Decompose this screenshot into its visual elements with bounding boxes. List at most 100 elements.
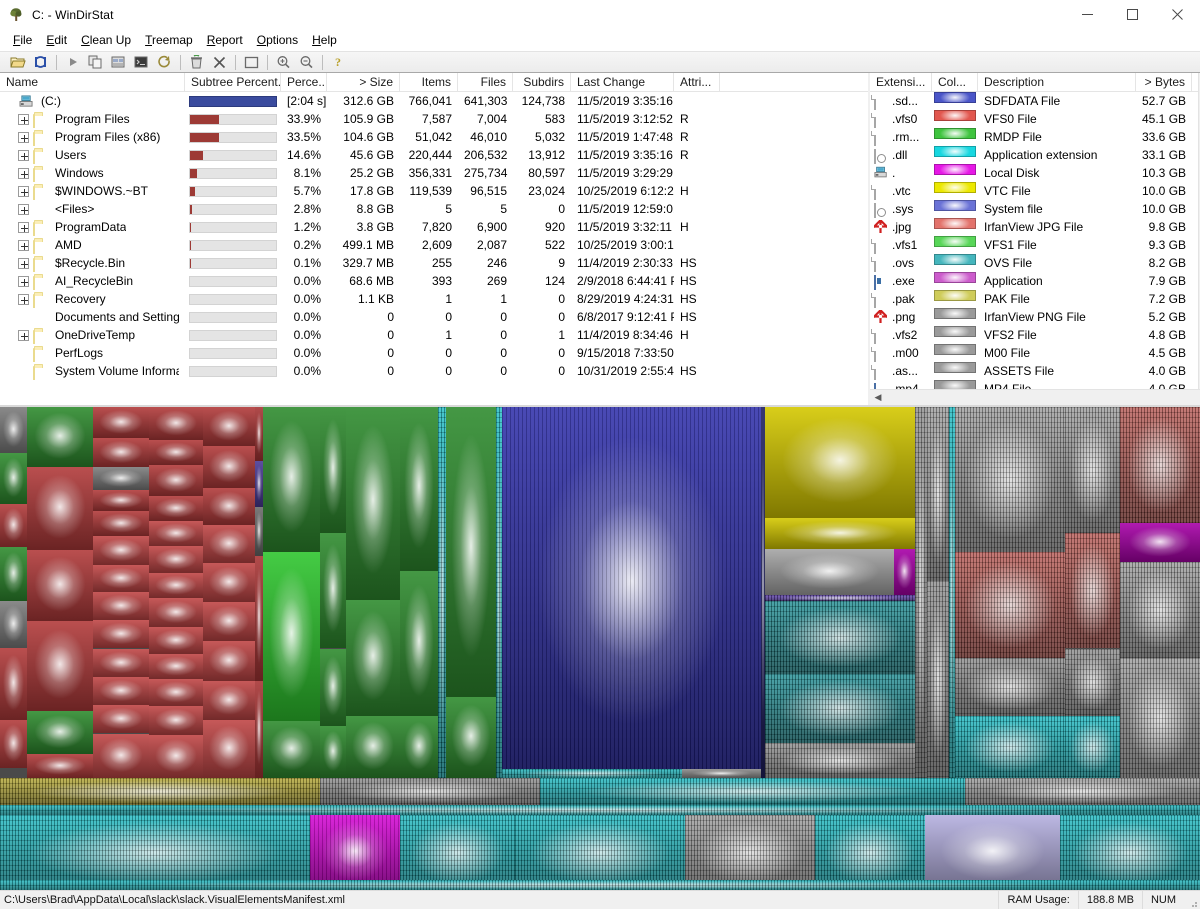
treemap-node[interactable] bbox=[255, 507, 263, 556]
treemap-node[interactable] bbox=[203, 602, 255, 641]
treemap-node[interactable] bbox=[400, 407, 438, 572]
treemap-node[interactable] bbox=[93, 490, 149, 512]
treemap-node[interactable] bbox=[0, 647, 27, 720]
zoom-out-icon[interactable] bbox=[295, 52, 318, 72]
treemap-node[interactable] bbox=[27, 407, 93, 467]
directory-name-cell[interactable]: <Files> bbox=[0, 200, 185, 218]
extension-row[interactable]: .vfs2 VFS2 File 4.8 GB bbox=[870, 326, 1200, 344]
treemap-node[interactable] bbox=[149, 706, 203, 736]
directory-name-cell[interactable]: System Volume Information bbox=[0, 362, 185, 380]
rescan-icon[interactable] bbox=[29, 52, 52, 72]
treemap-node[interactable] bbox=[0, 719, 27, 769]
treemap-node[interactable] bbox=[1065, 532, 1120, 649]
play-icon[interactable] bbox=[61, 52, 84, 72]
column-header-items[interactable]: Items bbox=[400, 72, 458, 92]
directory-name-cell[interactable]: PerfLogs bbox=[0, 344, 185, 362]
treemap-node[interactable] bbox=[346, 716, 400, 778]
treemap-node[interactable] bbox=[203, 640, 255, 682]
minimize-button[interactable] bbox=[1065, 0, 1110, 30]
extension-list-horizontal-scrollbar[interactable]: ◀ ▶ bbox=[870, 389, 1200, 405]
recycle-bin-icon[interactable] bbox=[185, 52, 208, 72]
treemap-node[interactable] bbox=[682, 769, 761, 778]
treemap-node[interactable] bbox=[320, 777, 540, 805]
explorer-here-icon[interactable] bbox=[107, 52, 130, 72]
treemap-node[interactable] bbox=[765, 407, 915, 519]
directory-row[interactable]: (C:) [2:04 s] 312.6 GB 766,041 641,303 124,73… bbox=[0, 92, 868, 110]
expand-toggle-icon[interactable] bbox=[18, 167, 29, 179]
extension-row[interactable]: .exe Application 7.9 GB bbox=[870, 272, 1200, 290]
treemap-node[interactable] bbox=[0, 880, 1200, 890]
treemap-node[interactable] bbox=[515, 814, 685, 890]
treemap-node[interactable] bbox=[765, 601, 915, 674]
expand-toggle-icon[interactable] bbox=[18, 203, 29, 215]
directory-name-cell[interactable]: Recovery bbox=[0, 290, 185, 308]
extension-row[interactable]: .dllApplication extension33.1 GB1 bbox=[870, 146, 1200, 164]
help-icon[interactable]: ? bbox=[327, 52, 350, 72]
menu-item-edit[interactable]: Edit bbox=[39, 31, 74, 50]
copy-icon[interactable] bbox=[84, 52, 107, 72]
menu-item-clean-up[interactable]: Clean Up bbox=[74, 31, 138, 50]
treemap-node[interactable] bbox=[149, 679, 203, 707]
directory-row[interactable]: <Files> 2.8% 8.8 GB 5 5 0 11/5/2019 12:59:0... bbox=[0, 200, 868, 218]
directory-row[interactable]: Documents and Settings 0.0% 0 0 0 0 6/8/2017 9… bbox=[0, 308, 868, 326]
directory-row[interactable]: OneDriveTemp 0.0% 0 1 0 1 11/4/2019 8:34:46 ..… bbox=[0, 326, 868, 344]
treemap-node[interactable] bbox=[149, 407, 203, 440]
maximize-button[interactable] bbox=[1110, 0, 1155, 30]
treemap-node[interactable] bbox=[203, 681, 255, 720]
treemap-node[interactable] bbox=[1065, 407, 1120, 533]
directory-row[interactable]: AMD 0.2% 499.1 MB 2,609 2,087 522 10/25/2019 3… bbox=[0, 236, 868, 254]
treemap-node[interactable] bbox=[263, 551, 320, 721]
directory-name-cell[interactable]: (C:) bbox=[0, 92, 185, 110]
ext-column-header-description[interactable]: Description bbox=[978, 72, 1136, 92]
extension-row[interactable]: .vfs0VFS0 File45.1 GB1 bbox=[870, 110, 1200, 128]
treemap-node[interactable] bbox=[400, 571, 438, 717]
column-header-attributes[interactable]: Attri... bbox=[674, 72, 720, 92]
treemap-node[interactable] bbox=[765, 743, 915, 778]
expand-toggle-icon[interactable] bbox=[18, 329, 29, 341]
extension-row[interactable]: .png IrfanView PNG File 5.2 GB bbox=[870, 308, 1200, 326]
treemap-node[interactable] bbox=[346, 600, 400, 717]
treemap-node[interactable] bbox=[255, 681, 263, 778]
column-header-subtree-percent[interactable]: Subtree Percent... bbox=[185, 72, 281, 92]
directory-name-cell[interactable]: AMD bbox=[0, 236, 185, 254]
expand-toggle-icon[interactable] bbox=[18, 113, 29, 125]
treemap-node[interactable] bbox=[93, 437, 149, 467]
expand-toggle-icon[interactable] bbox=[18, 221, 29, 233]
treemap-node[interactable] bbox=[93, 407, 149, 438]
treemap-node[interactable] bbox=[27, 466, 93, 550]
menu-item-file[interactable]: File bbox=[6, 31, 39, 50]
treemap-node[interactable] bbox=[0, 407, 27, 454]
ext-column-header-extension[interactable]: Extensi... bbox=[870, 72, 932, 92]
treemap-node[interactable] bbox=[255, 461, 263, 508]
directory-row[interactable]: Users 14.6% 45.6 GB 220,444 206,532 13,912 11/… bbox=[0, 146, 868, 164]
treemap-node[interactable] bbox=[446, 696, 496, 778]
extension-row[interactable]: .m00 M00 File 4.5 GB bbox=[870, 344, 1200, 362]
treemap-node[interactable] bbox=[149, 464, 203, 496]
treemap-node[interactable] bbox=[93, 536, 149, 566]
treemap-node[interactable] bbox=[0, 804, 1200, 815]
menu-item-report[interactable]: Report bbox=[200, 31, 250, 50]
directory-name-cell[interactable]: Users bbox=[0, 146, 185, 164]
resize-grip-icon[interactable] bbox=[1184, 891, 1200, 909]
open-folder-icon[interactable] bbox=[6, 52, 29, 72]
directory-row[interactable]: Windows 8.1% 25.2 GB 356,331 275,734 80,597 11… bbox=[0, 164, 868, 182]
treemap-node[interactable] bbox=[149, 439, 203, 465]
treemap-node[interactable] bbox=[955, 716, 1065, 778]
treemap-node[interactable] bbox=[400, 814, 515, 890]
treemap-node[interactable] bbox=[263, 720, 320, 778]
delete-icon[interactable] bbox=[208, 52, 231, 72]
treemap-node[interactable] bbox=[27, 753, 93, 778]
directory-name-cell[interactable]: ProgramData bbox=[0, 218, 185, 236]
treemap-node[interactable] bbox=[203, 488, 255, 525]
treemap-node[interactable] bbox=[815, 814, 925, 890]
treemap-node[interactable] bbox=[955, 658, 1065, 717]
treemap-node[interactable] bbox=[320, 725, 346, 778]
treemap-node[interactable] bbox=[1120, 561, 1200, 659]
expand-toggle-icon[interactable] bbox=[18, 257, 29, 269]
treemap-node[interactable] bbox=[502, 407, 761, 770]
treemap-node[interactable] bbox=[93, 733, 149, 778]
treemap-node[interactable] bbox=[93, 511, 149, 537]
directory-row[interactable]: AI_RecycleBin 0.0% 68.6 MB 393 269 124 2/9/201… bbox=[0, 272, 868, 290]
extension-row[interactable]: .sys System file 10.0 GB bbox=[870, 200, 1200, 218]
treemap-node[interactable] bbox=[320, 532, 346, 649]
